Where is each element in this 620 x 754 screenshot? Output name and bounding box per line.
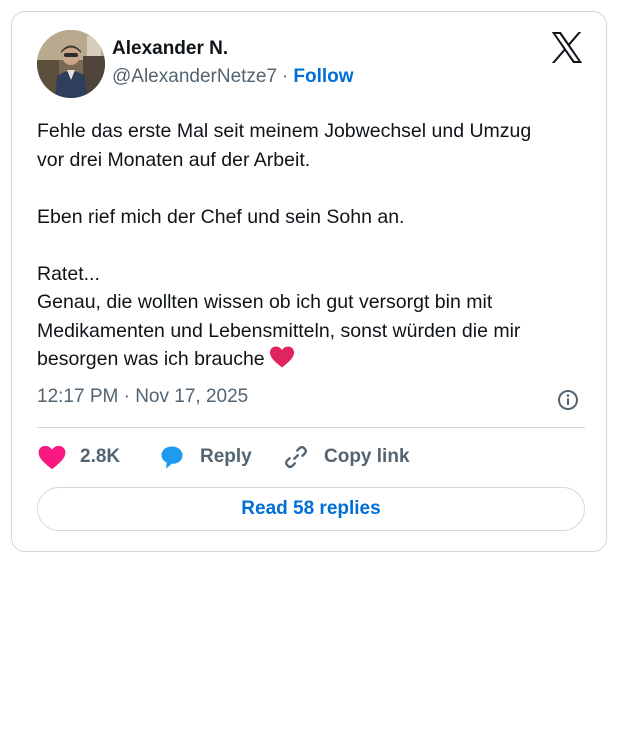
tweet-text-line: Fehle das erste Mal seit meinem Jobwechs…: [37, 120, 532, 142]
read-replies-button[interactable]: Read 58 replies: [37, 487, 585, 531]
like-count: 2.8K: [80, 446, 121, 467]
copy-link-button[interactable]: Copy link: [282, 442, 410, 472]
red-heart-emoji: [269, 346, 294, 368]
avatar[interactable]: [37, 30, 105, 98]
author-display-name[interactable]: Alexander N.: [112, 38, 228, 60]
speech-bubble-icon: [161, 446, 183, 469]
tweet-card: Alexander N. @AlexanderNetze7 · Follow Feh…: [11, 11, 607, 552]
x-logo-icon[interactable]: [550, 32, 584, 63]
tweet-text-line: Eben rief mich der Chef und sein Sohn an…: [37, 205, 405, 228]
handle-separator: ·: [282, 66, 289, 87]
like-button[interactable]: 2.8K: [38, 442, 120, 472]
reply-button[interactable]: Reply: [158, 442, 252, 472]
copy-link-label: Copy link: [324, 446, 410, 467]
follow-link[interactable]: Follow: [293, 66, 353, 87]
read-replies-label: Read 58 replies: [241, 498, 381, 519]
tweet-text-line: Ratet...: [37, 262, 100, 285]
tweet-text-line: vor drei Monaten auf der Arbeit.: [37, 148, 311, 171]
tweet-timestamp[interactable]: 12:17 PM · Nov 17, 2025: [37, 386, 248, 408]
reply-label: Reply: [200, 446, 252, 467]
tweet-text-last-line: besorgen was ich brauche: [37, 345, 587, 374]
link-icon: [284, 445, 308, 469]
author-handle-row: @AlexanderNetze7 · Follow: [112, 66, 354, 88]
avatar-image: [37, 30, 105, 98]
tweet-text-line: Medikamenten und Lebensmitteln, sonst wü…: [37, 319, 521, 342]
tweet-text-line: besorgen was ich brauche: [37, 348, 265, 370]
tweet-text: Fehle das erste Mal seit meinem Jobwechs…: [37, 117, 587, 374]
heart-icon: [38, 445, 66, 469]
info-icon[interactable]: [556, 388, 580, 412]
author-handle[interactable]: @AlexanderNetze7: [112, 66, 277, 87]
divider: [37, 427, 585, 428]
tweet-text-line: Genau, die wollten wissen ob ich gut ver…: [37, 291, 493, 313]
